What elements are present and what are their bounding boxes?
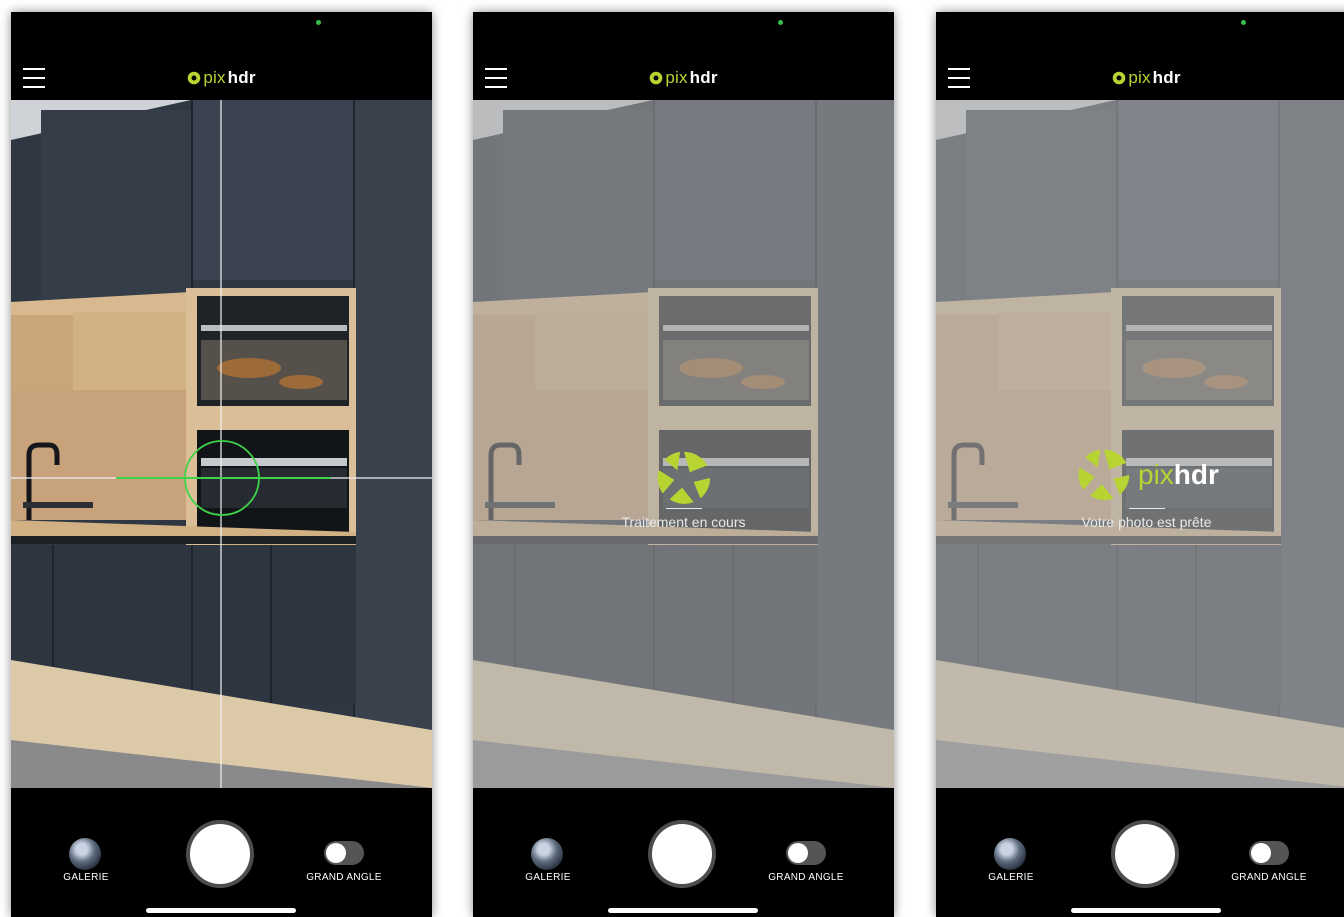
logo-hdr-text: hdr bbox=[227, 68, 256, 87]
camera-indicator-dot bbox=[1241, 20, 1246, 25]
home-indicator[interactable] bbox=[608, 908, 758, 913]
brand-hdr-text: hdr bbox=[1173, 459, 1219, 490]
app-logo: pix hdr bbox=[11, 68, 432, 88]
aperture-icon bbox=[650, 71, 663, 85]
gallery-label[interactable]: GALERIE bbox=[513, 872, 583, 883]
logo-pix-text: pix bbox=[203, 68, 226, 87]
gallery-thumbnail[interactable] bbox=[69, 838, 101, 870]
toggle-knob bbox=[326, 843, 346, 863]
status-divider bbox=[666, 508, 702, 509]
wide-angle-label: GRAND ANGLE bbox=[768, 872, 844, 883]
phone-screen-capture: pix hdr GALERIE GRAND ANGLE bbox=[11, 12, 432, 917]
bottom-controls: GALERIE GRAND ANGLE bbox=[936, 788, 1344, 917]
shutter-button[interactable] bbox=[652, 824, 712, 884]
home-indicator[interactable] bbox=[1071, 908, 1221, 913]
bottom-controls: GALERIE GRAND ANGLE bbox=[11, 788, 432, 917]
wide-angle-toggle[interactable] bbox=[1249, 841, 1289, 865]
logo-hdr-text: hdr bbox=[1152, 68, 1181, 87]
logo-hdr-text: hdr bbox=[689, 68, 718, 87]
app-logo: pix hdr bbox=[473, 68, 894, 88]
ready-status-text: Votre photo est prête bbox=[1081, 514, 1212, 530]
brand-pix-text: pix bbox=[1138, 459, 1174, 490]
toggle-knob bbox=[1251, 843, 1271, 863]
home-indicator[interactable] bbox=[146, 908, 296, 913]
aperture-icon bbox=[1113, 71, 1126, 85]
top-bar: pix hdr bbox=[11, 12, 432, 100]
top-bar: pix hdr bbox=[473, 12, 894, 100]
top-bar: pix hdr bbox=[936, 12, 1344, 100]
phone-screen-ready: pix hdr pix hdr Votre photo est prête GALE… bbox=[936, 12, 1344, 917]
shutter-button[interactable] bbox=[190, 824, 250, 884]
aperture-icon bbox=[188, 71, 201, 85]
status-divider bbox=[1129, 508, 1165, 509]
wide-angle-toggle[interactable] bbox=[786, 841, 826, 865]
processing-status-text: Traitement en cours bbox=[621, 514, 746, 530]
wide-angle-label: GRAND ANGLE bbox=[1231, 872, 1307, 883]
wide-angle-label: GRAND ANGLE bbox=[306, 872, 382, 883]
logo-pix-text: pix bbox=[1128, 68, 1151, 87]
logo-pix-text: pix bbox=[665, 68, 688, 87]
camera-viewfinder: pix hdr Votre photo est prête bbox=[936, 100, 1344, 788]
gallery-label[interactable]: GALERIE bbox=[51, 872, 121, 883]
bottom-controls: GALERIE GRAND ANGLE bbox=[473, 788, 894, 917]
gallery-thumbnail[interactable] bbox=[994, 838, 1026, 870]
aperture-logo-icon bbox=[1078, 449, 1130, 500]
gallery-label[interactable]: GALERIE bbox=[976, 872, 1046, 883]
wide-angle-toggle[interactable] bbox=[324, 841, 364, 865]
camera-indicator-dot bbox=[778, 20, 783, 25]
phone-screen-processing: pix hdr Traitement en cours GALERIE GRAND… bbox=[473, 12, 894, 917]
aperture-spinner-icon bbox=[657, 451, 711, 504]
camera-viewfinder: Traitement en cours bbox=[473, 100, 894, 788]
app-logo: pix hdr bbox=[936, 68, 1344, 88]
shutter-button[interactable] bbox=[1115, 824, 1175, 884]
result-brand: pix hdr bbox=[1076, 447, 1219, 503]
camera-viewfinder[interactable] bbox=[11, 100, 432, 788]
toggle-knob bbox=[788, 843, 808, 863]
gallery-thumbnail[interactable] bbox=[531, 838, 563, 870]
result-overlay bbox=[936, 100, 1344, 788]
level-guide bbox=[11, 100, 432, 788]
processing-overlay bbox=[473, 100, 894, 788]
camera-indicator-dot bbox=[316, 20, 321, 25]
